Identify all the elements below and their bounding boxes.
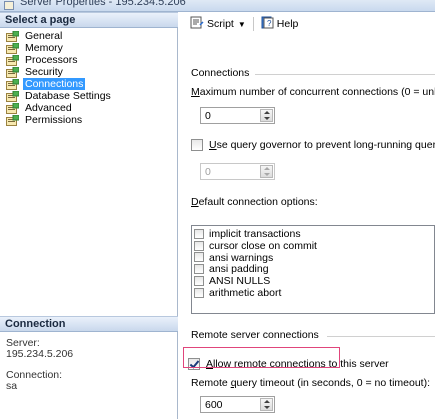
left-pane: Select a page General Memory Processors … — [0, 12, 178, 419]
page-nav: General Memory Processors Security Conne… — [6, 30, 176, 126]
group-divider — [327, 336, 435, 337]
query-governor-option[interactable]: Use query governor to prevent long-runni… — [191, 139, 435, 151]
connections-group-header: Connections — [191, 67, 250, 79]
option-label: arithmetic abort — [209, 286, 282, 299]
list-item[interactable]: implicit transactions — [194, 228, 434, 240]
help-icon: ? — [261, 16, 274, 32]
nav-item-security[interactable]: Security — [6, 66, 176, 78]
spin-up-icon[interactable] — [264, 400, 270, 403]
window-icon — [4, 1, 14, 10]
max-connections-value: 0 — [205, 110, 211, 122]
page-icon — [6, 102, 19, 114]
query-timeout-value: 600 — [205, 399, 223, 411]
nav-item-advanced[interactable]: Advanced — [6, 102, 176, 114]
query-timeout-label: Remote query timeout (in seconds, 0 = no… — [191, 377, 431, 389]
page-icon — [6, 54, 19, 66]
svg-text:?: ? — [267, 19, 272, 28]
spinner-buttons[interactable] — [260, 109, 273, 122]
nav-item-memory[interactable]: Memory — [6, 42, 176, 54]
query-governor-label: Use query governor to prevent long-runni… — [209, 139, 435, 151]
option-checkbox[interactable] — [194, 240, 204, 251]
page-icon — [6, 90, 19, 102]
nav-item-processors[interactable]: Processors — [6, 54, 176, 66]
highlight-annotation — [183, 347, 340, 368]
toolbar: Script ▼ ? Help — [179, 12, 435, 36]
nav-item-database-settings[interactable]: Database Settings — [6, 90, 176, 102]
chevron-down-icon[interactable]: ▼ — [238, 20, 246, 29]
group-divider — [255, 74, 435, 75]
option-label: implicit transactions — [209, 227, 301, 240]
help-button[interactable]: ? Help — [258, 15, 302, 33]
page-icon — [6, 114, 19, 126]
connection-value: sa — [6, 380, 18, 392]
option-checkbox[interactable] — [194, 228, 204, 239]
list-item[interactable]: ansi warnings — [194, 252, 434, 264]
nav-item-label: General — [25, 30, 63, 42]
toolbar-separator — [252, 17, 254, 31]
nav-item-general[interactable]: General — [6, 30, 176, 42]
help-label: Help — [276, 18, 299, 30]
max-connections-spinner[interactable]: 0 — [200, 107, 275, 124]
script-button[interactable]: Script ▼ — [187, 15, 249, 33]
option-checkbox[interactable] — [194, 264, 204, 275]
query-governor-checkbox[interactable] — [191, 139, 203, 151]
nav-item-label: Memory — [25, 42, 63, 54]
option-checkbox[interactable] — [194, 287, 204, 298]
nav-item-permissions[interactable]: Permissions — [6, 114, 176, 126]
script-label: Script — [207, 18, 234, 30]
option-checkbox[interactable] — [194, 276, 204, 287]
page-icon — [6, 66, 19, 78]
window-title: Server Properties - 195.234.5.206 — [20, 0, 186, 8]
spinner-buttons[interactable] — [260, 398, 273, 411]
select-page-header: Select a page — [0, 12, 178, 28]
nav-item-label: Database Settings — [25, 90, 111, 102]
option-label: ansi warnings — [209, 251, 274, 264]
nav-item-connections[interactable]: Connections — [6, 78, 176, 90]
page-icon — [6, 30, 19, 42]
default-options-list[interactable]: implicit transactions cursor close on co… — [191, 225, 435, 314]
list-item[interactable]: arithmetic abort — [194, 287, 434, 299]
spin-down-icon[interactable] — [264, 406, 270, 409]
option-label: cursor close on commit — [209, 239, 317, 252]
nav-item-label: Security — [25, 66, 63, 78]
connection-label: Connection: — [6, 369, 63, 381]
option-label: ansi padding — [209, 263, 269, 276]
list-item[interactable]: ansi padding — [194, 263, 434, 275]
remote-connections-group-header: Remote server connections — [191, 329, 319, 341]
spin-down-icon[interactable] — [264, 117, 270, 120]
query-governor-spinner[interactable]: 0 — [200, 163, 275, 180]
nav-item-label: Processors — [25, 54, 78, 66]
nav-item-label: Permissions — [25, 114, 83, 126]
max-connections-label: Maximum number of concurrent connections… — [191, 86, 435, 98]
spin-down-icon[interactable] — [264, 173, 270, 176]
page-icon — [6, 78, 19, 90]
list-item[interactable]: cursor close on commit — [194, 240, 434, 252]
script-icon — [190, 16, 204, 32]
nav-item-label: Advanced — [25, 102, 72, 114]
nav-item-label: Connections — [23, 78, 86, 90]
connection-info: Server: 195.234.5.206 Connection: sa — [6, 338, 174, 392]
window-title-bar: Server Properties - 195.234.5.206 — [0, 0, 435, 12]
spinner-buttons[interactable] — [260, 165, 273, 178]
query-governor-value: 0 — [205, 166, 211, 178]
default-options-label: Default connection options: — [191, 196, 318, 208]
spin-up-icon[interactable] — [264, 167, 270, 170]
option-checkbox[interactable] — [194, 252, 204, 263]
page-icon — [6, 42, 19, 54]
option-label: ANSI NULLS — [209, 275, 271, 288]
list-item[interactable]: ANSI NULLS — [194, 275, 434, 287]
server-value: 195.234.5.206 — [6, 348, 74, 360]
query-timeout-spinner[interactable]: 600 — [200, 396, 275, 413]
spin-up-icon[interactable] — [264, 111, 270, 114]
connection-header: Connection — [0, 316, 178, 332]
